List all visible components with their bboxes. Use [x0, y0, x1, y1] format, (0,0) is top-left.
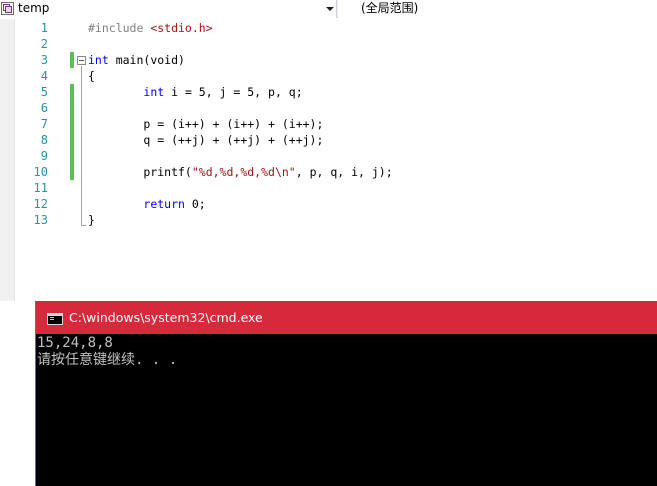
code-line: 9 [0, 148, 657, 164]
console-titlebar[interactable]: C:\windows\system32\cmd.exe [36, 301, 657, 334]
console-output-line: 请按任意键继续. . . [37, 352, 178, 368]
change-marker [70, 164, 74, 180]
line-number: 4 [40, 69, 48, 83]
code-line: 6 [0, 100, 657, 116]
line-number: 2 [40, 37, 48, 51]
line-code: } [88, 213, 95, 227]
code-line: 7 p = (i++) + (i++) + (i++); [0, 116, 657, 132]
collapse-icon[interactable] [77, 56, 86, 65]
line-number: 9 [40, 149, 48, 163]
change-marker [70, 100, 74, 116]
code-text: 0; [184, 197, 206, 211]
code-line: 2 [0, 36, 657, 52]
code-text: , p, q, i, j); [295, 165, 393, 179]
line-code: int i = 5, j = 5, p, q; [88, 84, 303, 100]
change-marker [70, 52, 74, 68]
keyword: int [143, 85, 165, 99]
keyword: return [143, 197, 185, 211]
line-number: 8 [40, 133, 48, 147]
line-code: p = (i++) + (i++) + (i++); [88, 117, 324, 131]
change-marker [70, 84, 74, 100]
console-output[interactable]: 15,24,8,8 请按任意键继续. . . [36, 334, 657, 486]
line-number: 5 [40, 85, 48, 99]
line-code: printf("%d,%d,%d,%d\n", p, q, i, j); [88, 164, 393, 180]
line-code: q = (++j) + (++j) + (++j); [88, 133, 324, 147]
code-editor[interactable]: 1 #include <stdio.h> 2 3 int main(void) … [0, 19, 657, 301]
line-number: 6 [40, 101, 48, 115]
line-number: 10 [33, 165, 48, 179]
change-marker [70, 132, 74, 148]
code-text: printf( [88, 165, 192, 179]
include-file: <stdio.h> [150, 21, 213, 35]
code-line: 13 } [0, 212, 657, 228]
line-number: 1 [40, 21, 48, 35]
code-line: 11 [0, 180, 657, 196]
line-code: return 0; [88, 196, 206, 212]
line-code: int main(void) [88, 52, 185, 68]
change-marker [70, 148, 74, 164]
console-icon[interactable] [47, 313, 63, 325]
console-output-line: 15,24,8,8 [37, 335, 113, 351]
code-line: 1 #include <stdio.h> [0, 20, 657, 36]
line-number: 7 [40, 117, 48, 131]
code-line: 10 printf("%d,%d,%d,%d\n", p, q, i, j); [0, 164, 657, 180]
console-title: C:\windows\system32\cmd.exe [69, 310, 263, 325]
line-code: { [88, 69, 95, 83]
code-line: 5 int i = 5, j = 5, p, q; [0, 84, 657, 100]
line-number: 11 [33, 181, 48, 195]
member-dropdown[interactable]: (全局范围) [338, 0, 657, 18]
member-label: (全局范围) [361, 1, 419, 15]
line-number: 13 [33, 213, 48, 227]
code-line: 4 { [0, 68, 657, 84]
code-text: main(void) [108, 53, 185, 67]
code-line: 8 q = (++j) + (++j) + (++j); [0, 132, 657, 148]
line-number: 3 [40, 53, 48, 67]
console-window[interactable]: C:\windows\system32\cmd.exe 15,24,8,8 请按… [35, 301, 657, 486]
chevron-down-icon[interactable] [326, 7, 334, 11]
string-literal: "%d,%d,%d,%d\n" [191, 165, 296, 179]
line-code: #include <stdio.h> [88, 20, 213, 36]
code-line: 3 int main(void) [0, 52, 657, 68]
line-number: 12 [33, 197, 48, 211]
scope-label: temp [18, 1, 50, 15]
keyword: int [88, 53, 109, 67]
code-text: i = 5, j = 5, p, q; [164, 85, 303, 99]
change-marker [70, 116, 74, 132]
code-line: 12 return 0; [0, 196, 657, 212]
scope-icon [1, 2, 14, 15]
scope-dropdown[interactable]: temp [0, 0, 337, 18]
preprocessor-directive: #include [88, 21, 151, 35]
navigation-bar: temp (全局范围) [0, 0, 657, 18]
